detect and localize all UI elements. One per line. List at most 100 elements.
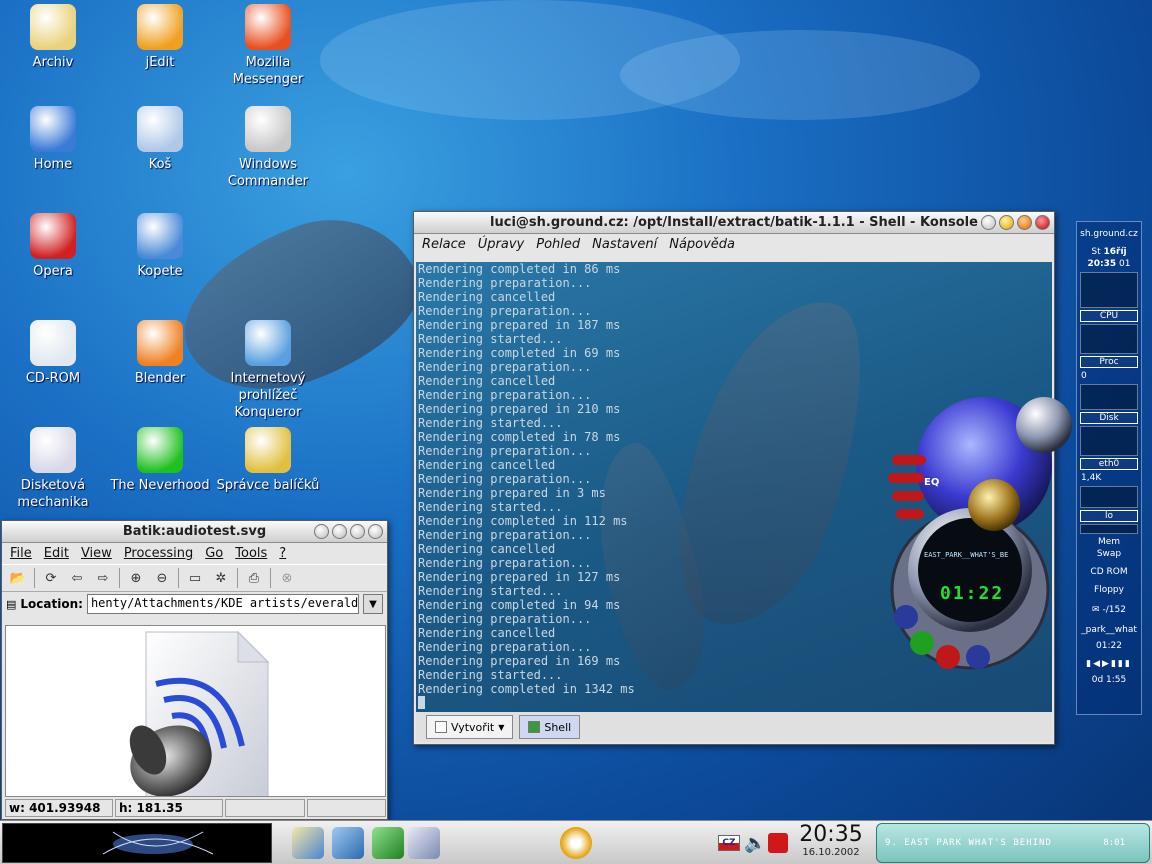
- eth0-label: eth0: [1080, 458, 1138, 470]
- konsole-menu-item[interactable]: Nastavení: [592, 237, 657, 252]
- back-icon[interactable]: ⇦: [67, 568, 87, 588]
- desktop-icon[interactable]: Blender: [108, 320, 212, 387]
- slider-red[interactable]: [892, 455, 926, 465]
- player-skin: [888, 397, 1072, 670]
- reload-icon[interactable]: ⟳: [41, 568, 61, 588]
- zoom-out-icon[interactable]: ⊖: [152, 568, 172, 588]
- terminal-cursor: [418, 696, 425, 709]
- play-button[interactable]: [910, 631, 934, 655]
- printer-launcher-icon[interactable]: [408, 827, 440, 859]
- zoom-in-icon[interactable]: ⊕: [126, 568, 146, 588]
- status-height: h: 181.35: [115, 799, 223, 817]
- new-session-button[interactable]: Vytvořit ▼: [426, 715, 514, 739]
- slider-red[interactable]: [892, 491, 924, 501]
- location-dropdown-icon[interactable]: ▼: [363, 594, 383, 614]
- file-manager-launcher-icon[interactable]: [332, 827, 364, 859]
- floppy-mount[interactable]: Floppy: [1077, 584, 1141, 596]
- batik-menu-item[interactable]: ?: [279, 546, 286, 561]
- panel-clock[interactable]: 20:35 16.10.2002: [798, 823, 864, 863]
- desktop-icon-label: Koš: [148, 157, 172, 172]
- konsole-menu-item[interactable]: Pohled: [536, 237, 580, 252]
- kde-menu-icon[interactable]: [560, 827, 592, 859]
- desktop-icon[interactable]: Internetový prohlížeč Konqueror: [216, 320, 320, 421]
- media-player: EQ EAST_PARK__WHAT'S_BE 01:22: [884, 385, 1072, 687]
- konsole-titlebar[interactable]: luci@sh.ground.cz: /opt/Install/extract/…: [414, 212, 1054, 234]
- slider-red[interactable]: [888, 473, 924, 483]
- terminal-launcher-icon[interactable]: [372, 827, 404, 859]
- batik-menu-item[interactable]: View: [81, 546, 112, 561]
- pitch-knob[interactable]: [968, 479, 1020, 531]
- desktop-icon[interactable]: The Neverhood: [108, 427, 212, 494]
- document-icon: [435, 721, 447, 733]
- dom-viewer-icon[interactable]: ✲: [211, 568, 231, 588]
- desktop-icon[interactable]: Home: [1, 106, 105, 173]
- now-playing-panel[interactable]: 9. EAST PARK WHAT'S BEHIND 8:01: [876, 823, 1150, 863]
- stop-icon[interactable]: ⊗: [277, 568, 297, 588]
- status-empty: [307, 799, 386, 817]
- forward-icon[interactable]: ⇨: [93, 568, 113, 588]
- location-bar: ▤ Location: henty/Attachments/KDE artist…: [2, 592, 387, 616]
- swap-label: Swap: [1096, 549, 1122, 559]
- sticky-button[interactable]: [314, 524, 329, 539]
- tray-app-icon[interactable]: [768, 833, 788, 853]
- open-icon[interactable]: 📂: [8, 568, 28, 588]
- cdrom-mount[interactable]: CD ROM: [1077, 566, 1141, 578]
- blender-icon: [137, 320, 183, 366]
- desktop-icon-label: Mozilla Messenger: [232, 55, 304, 87]
- close-button[interactable]: [1035, 215, 1050, 230]
- cpu-graph: [1080, 272, 1138, 308]
- thumbnail-icon[interactable]: ▭: [185, 568, 205, 588]
- status-width: w: 401.93948: [5, 799, 113, 817]
- print-icon[interactable]: ⎙: [244, 568, 264, 588]
- desktop-icon[interactable]: Koš: [108, 106, 212, 173]
- volume-icon[interactable]: 🔈: [744, 833, 766, 854]
- konsole-menu-item[interactable]: Relace: [422, 237, 466, 252]
- tab-shell[interactable]: Shell: [519, 715, 581, 739]
- eq-button[interactable]: EQ: [924, 477, 939, 488]
- desktop-icon-label: Kopete: [137, 264, 183, 279]
- slider-red[interactable]: [896, 509, 924, 519]
- desktop-icon[interactable]: CD-ROM: [1, 320, 105, 387]
- batik-menu-item[interactable]: Go: [205, 546, 223, 561]
- location-input[interactable]: henty/Attachments/KDE artists/everaldo/a…: [86, 594, 359, 614]
- maximize-button[interactable]: [1017, 215, 1032, 230]
- konsole-menu-item[interactable]: Nápověda: [669, 237, 735, 252]
- sticky-button[interactable]: [981, 215, 996, 230]
- next-button[interactable]: [966, 645, 990, 669]
- desktop-icon-label: Blender: [134, 371, 186, 386]
- maximize-button[interactable]: [350, 524, 365, 539]
- terminal-line: Rendering completed in 86 ms: [418, 262, 621, 276]
- desktop-icon[interactable]: Kopete: [108, 213, 212, 280]
- desktop-icon[interactable]: Windows Commander: [216, 106, 320, 190]
- batik-menu-item[interactable]: Processing: [124, 546, 193, 561]
- xmms-controls[interactable]: ▮◀▶▮▮▮: [1077, 658, 1141, 670]
- minimize-button[interactable]: [999, 215, 1014, 230]
- desktop-icon[interactable]: Opera: [1, 213, 105, 280]
- close-button[interactable]: [368, 524, 383, 539]
- disk-graph: [1080, 426, 1138, 456]
- minimize-button[interactable]: [332, 524, 347, 539]
- help-button[interactable]: [1016, 397, 1072, 453]
- desktop-icon[interactable]: Správce balíčků: [216, 427, 320, 494]
- archive-launcher-icon[interactable]: [292, 827, 324, 859]
- konqueror-icon: [245, 320, 291, 366]
- batik-menu-item[interactable]: File: [10, 546, 32, 561]
- batik-titlebar[interactable]: Batik:audiotest.svg: [2, 521, 387, 543]
- batik-menu-item[interactable]: Edit: [44, 546, 69, 561]
- disk-label: Disk: [1080, 412, 1138, 424]
- konsole-tabbar: Vytvořit ▼ Shell: [416, 712, 1052, 742]
- batik-menu-item[interactable]: Tools: [235, 546, 267, 561]
- prev-button[interactable]: [894, 605, 918, 629]
- desktop-pager[interactable]: [2, 823, 272, 863]
- keyboard-layout-flag[interactable]: CZ: [718, 835, 740, 851]
- now-playing-time: 8:01: [1103, 838, 1125, 848]
- pause-button[interactable]: [936, 645, 960, 669]
- eth0-rate: 1,4K: [1081, 473, 1102, 483]
- desktop-icon-label: Opera: [33, 264, 73, 279]
- desktop-icon[interactable]: Disketová mechanika: [1, 427, 105, 511]
- desktop-icon[interactable]: Mozilla Messenger: [216, 4, 320, 88]
- konsole-menu-item[interactable]: Úpravy: [478, 237, 524, 252]
- desktop-icon[interactable]: jEdit: [108, 4, 212, 71]
- desktop-icon[interactable]: Archiv: [1, 4, 105, 71]
- svg-canvas[interactable]: [5, 625, 386, 797]
